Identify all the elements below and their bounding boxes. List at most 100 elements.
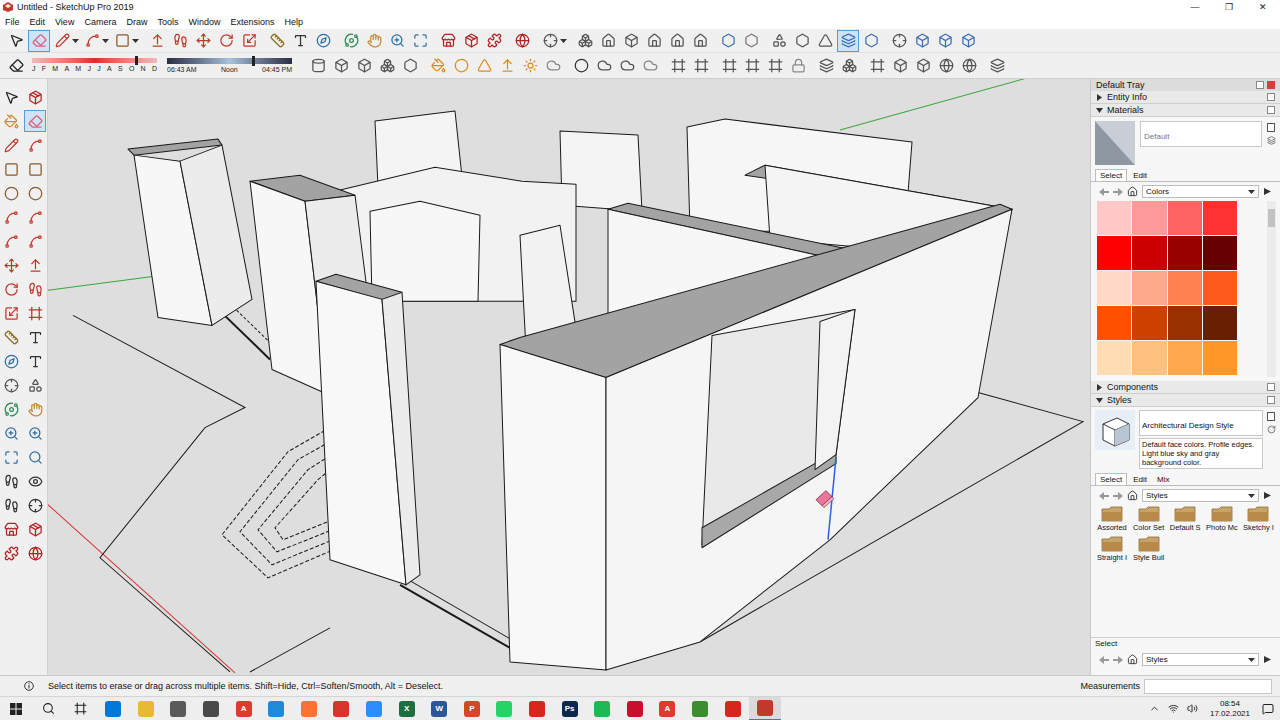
tool-button[interactable]	[765, 56, 785, 76]
color-swatch[interactable]	[1097, 236, 1131, 270]
panel-tab[interactable]: Mix	[1153, 474, 1173, 485]
measurements-field[interactable]	[1144, 679, 1272, 694]
taskbar-app[interactable]	[521, 697, 554, 720]
panel-close-icon[interactable]	[1267, 93, 1275, 101]
windows-start-icon[interactable]	[10, 703, 22, 715]
back-arrow-icon[interactable]	[1099, 492, 1109, 500]
tool-button[interactable]	[25, 519, 45, 539]
tray-panel-header[interactable]: Styles	[1091, 394, 1280, 407]
tool-button[interactable]	[2, 207, 22, 227]
tool-button[interactable]	[451, 56, 471, 76]
tool-button[interactable]	[428, 56, 448, 76]
tool-button[interactable]	[341, 31, 361, 51]
tool-button[interactable]	[617, 56, 637, 76]
color-swatch[interactable]	[1132, 201, 1166, 235]
volume-icon[interactable]	[1187, 703, 1198, 714]
color-swatch[interactable]	[1132, 271, 1166, 305]
taskbar-app[interactable]	[586, 697, 619, 720]
style-update-icon[interactable]	[1267, 425, 1276, 434]
tool-button[interactable]	[2, 399, 22, 419]
window-control[interactable]: —	[1178, 0, 1212, 14]
color-swatch[interactable]	[1203, 236, 1237, 270]
tool-button[interactable]	[839, 56, 859, 76]
tool-button[interactable]	[364, 31, 384, 51]
tool-button[interactable]	[2, 111, 22, 131]
tool-button[interactable]	[719, 56, 739, 76]
tool-button[interactable]	[25, 351, 45, 371]
date-slider[interactable]	[32, 58, 157, 63]
tool-button[interactable]	[25, 399, 45, 419]
tool-button[interactable]	[792, 31, 812, 51]
tool-button[interactable]	[25, 231, 45, 251]
tool-button[interactable]	[2, 495, 22, 515]
taskbar-app[interactable]	[325, 697, 358, 720]
tool-button[interactable]	[742, 56, 762, 76]
panel-close-icon[interactable]	[1267, 383, 1275, 391]
tool-button[interactable]	[331, 56, 351, 76]
tool-button[interactable]	[2, 447, 22, 467]
tool-button[interactable]	[958, 31, 978, 51]
tool-button[interactable]	[815, 31, 835, 51]
library-dropdown[interactable]: Colors	[1142, 185, 1259, 198]
taskbar-app[interactable]	[716, 697, 749, 720]
menu-item[interactable]: Window	[183, 15, 225, 29]
taskbar-app[interactable]	[293, 697, 326, 720]
tool-button[interactable]	[598, 31, 618, 51]
info-icon[interactable]	[24, 681, 34, 691]
tool-button[interactable]	[25, 111, 45, 131]
taskbar-app[interactable]: A	[651, 697, 684, 720]
taskbar-app[interactable]: A	[227, 697, 260, 720]
forward-arrow-icon[interactable]	[1113, 188, 1123, 196]
color-swatch[interactable]	[1132, 236, 1166, 270]
tool-button[interactable]	[867, 56, 887, 76]
tool-button[interactable]	[147, 31, 167, 51]
style-folder[interactable]: Straight I	[1094, 535, 1130, 562]
menu-item[interactable]: Help	[279, 15, 308, 29]
tool-button[interactable]	[25, 183, 45, 203]
forward-arrow-icon[interactable]	[1113, 492, 1123, 500]
sample-paint-icon[interactable]	[1267, 136, 1276, 145]
tool-button[interactable]	[25, 543, 45, 563]
tool-button[interactable]	[644, 31, 664, 51]
style-folder[interactable]: Default S	[1167, 505, 1203, 532]
tool-button[interactable]	[308, 56, 328, 76]
tool-button[interactable]	[25, 159, 45, 179]
details-arrow-icon[interactable]	[1263, 187, 1272, 196]
tool-button[interactable]	[912, 31, 932, 51]
swatch-scrollbar[interactable]	[1267, 201, 1276, 377]
tool-button[interactable]	[691, 56, 711, 76]
tool-button[interactable]	[889, 31, 909, 51]
tool-button[interactable]	[718, 31, 738, 51]
color-swatch[interactable]	[1097, 306, 1131, 340]
color-swatch[interactable]	[1168, 201, 1202, 235]
tool-button[interactable]	[2, 375, 22, 395]
tool-button[interactable]	[2, 351, 22, 371]
tool-button[interactable]	[25, 279, 45, 299]
model-viewport-drawing[interactable]	[48, 79, 1090, 675]
style-folder[interactable]: Style Buil	[1131, 535, 1167, 562]
tool-button[interactable]	[838, 31, 858, 51]
time-slider-thumb[interactable]	[252, 56, 255, 66]
color-swatch[interactable]	[1168, 306, 1202, 340]
tool-button[interactable]	[575, 31, 595, 51]
menu-item[interactable]: File	[0, 15, 25, 29]
back-arrow-icon[interactable]	[1099, 188, 1109, 196]
tool-button[interactable]	[25, 207, 45, 227]
tool-button[interactable]	[2, 87, 22, 107]
taskbar-app[interactable]	[358, 697, 391, 720]
color-swatch[interactable]	[1203, 306, 1237, 340]
tool-button[interactable]	[193, 31, 213, 51]
search-icon[interactable]	[42, 702, 55, 715]
tool-button[interactable]	[816, 56, 836, 76]
style-folder[interactable]: Color Set	[1131, 505, 1167, 532]
tool-button[interactable]	[461, 31, 481, 51]
tool-button[interactable]	[25, 495, 45, 515]
tool-button[interactable]	[484, 31, 504, 51]
material-name-field[interactable]: Default	[1140, 121, 1262, 147]
task-view-icon[interactable]	[74, 702, 87, 715]
color-swatch[interactable]	[1168, 271, 1202, 305]
tool-button[interactable]	[239, 31, 259, 51]
time-slider[interactable]	[167, 58, 292, 64]
library-dropdown[interactable]: Styles	[1142, 653, 1259, 666]
menu-item[interactable]: Tools	[152, 15, 183, 29]
